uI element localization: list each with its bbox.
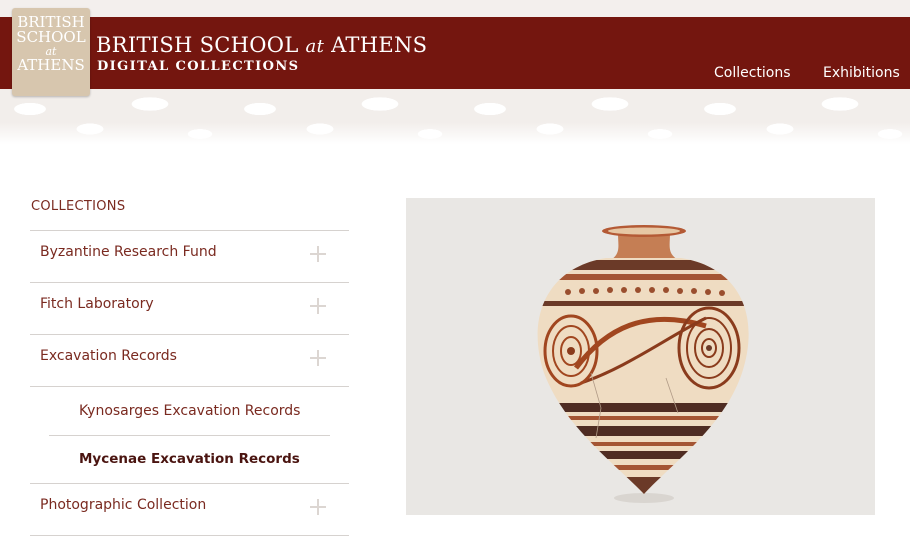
menu-item-label: Excavation Records [40,348,177,364]
plus-icon[interactable] [309,245,327,263]
site-logo[interactable]: BRITISH SCHOOL at ATHENS [12,8,90,96]
top-strip [0,0,910,17]
stirrup-jar-illustration [537,225,749,503]
menu-item-excavation-records[interactable]: Excavation Records [30,334,349,386]
site-title-at: at [305,36,325,57]
sidebar-heading: COLLECTIONS [31,199,126,214]
spiral-center [567,347,575,355]
nav-collections-link[interactable]: Collections [714,65,791,81]
site-title-part: ATHENS [331,33,428,57]
site-subtitle: DIGITAL COLLECTIONS [97,59,300,74]
plus-icon[interactable] [309,297,327,315]
plus-icon[interactable] [309,349,327,367]
submenu-item-label: Mycenae Excavation Records [79,451,300,467]
plus-icon[interactable] [309,498,327,516]
site-title[interactable]: BRITISH SCHOOL at ATHENS [96,33,427,57]
submenu-item-mycenae[interactable]: Mycenae Excavation Records [49,435,330,483]
logo-line: ATHENS [17,56,85,74]
spiral-center [706,345,712,351]
featured-artwork-image[interactable] [406,198,875,515]
menu-item-byzantine-research-fund[interactable]: Byzantine Research Fund [30,230,349,282]
submenu-item-kynosarges[interactable]: Kynosarges Excavation Records [49,388,330,435]
menu-item-label: Byzantine Research Fund [40,244,217,260]
jar-rim-inner [608,227,680,235]
menu-item-photographic-collection[interactable]: Photographic Collection [30,483,349,535]
decorative-mosaic-banner [0,89,910,144]
submenu-item-label: Kynosarges Excavation Records [79,403,301,419]
jar-neck [611,233,678,260]
excavation-records-submenu: Kynosarges Excavation Records Mycenae Ex… [30,386,349,483]
nav-exhibitions-link[interactable]: Exhibitions [823,65,900,81]
site-title-part: BRITISH SCHOOL [96,33,299,57]
jar-shadow [614,493,674,503]
collections-menu: Byzantine Research Fund Fitch Laboratory… [30,230,349,538]
menu-item-label: Photographic Collection [40,497,207,513]
menu-item-fitch-laboratory[interactable]: Fitch Laboratory [30,282,349,334]
logo-line: SCHOOL [16,28,86,46]
menu-item-label: Fitch Laboratory [40,296,154,312]
